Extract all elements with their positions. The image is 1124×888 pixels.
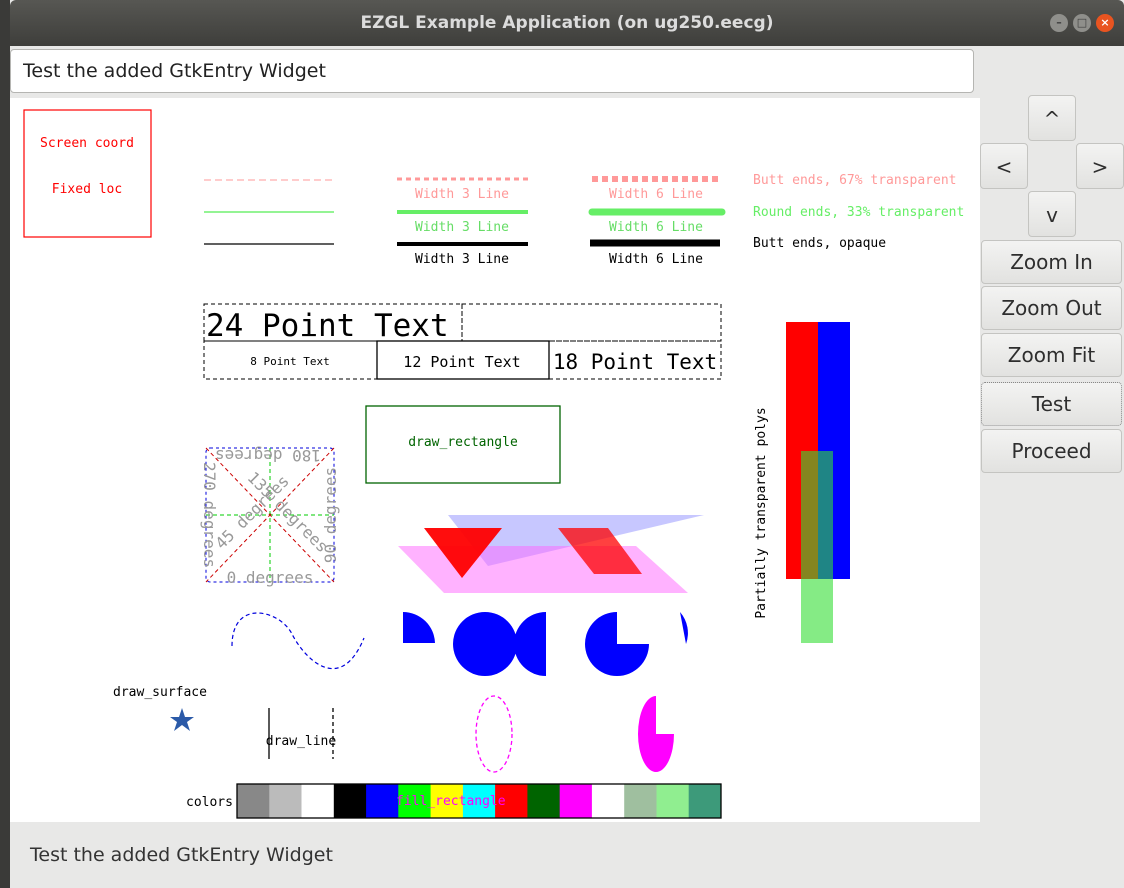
filled-elliptic-arc (638, 696, 674, 772)
chevron-up-icon: ^ (1043, 107, 1061, 131)
rotated-text-demo: 0 degrees 180 degrees 90 degrees 270 deg… (200, 446, 340, 587)
fill-rectangle-label: fill_rectangle (396, 794, 506, 809)
pan-up-button[interactable]: ^ (1028, 95, 1076, 141)
drawing-canvas[interactable]: Screen coord Fixed loc Width 3 Line Widt… (10, 98, 980, 822)
round-ends-33-label: Round ends, 33% transparent (753, 205, 964, 220)
color-swatch (591, 784, 625, 818)
close-icon[interactable]: × (1096, 14, 1114, 32)
screen-coord-box (23, 109, 152, 238)
partial-polys-label: Partially transparent polys (754, 407, 769, 618)
rot-270-label: 270 degrees (200, 462, 219, 568)
pan-down-button[interactable]: v (1028, 191, 1076, 237)
draw-surface-label: draw_surface (113, 685, 207, 700)
width3-label-c: Width 3 Line (415, 252, 509, 267)
zoom-out-button[interactable]: Zoom Out (981, 286, 1122, 330)
width6-label-a: Width 6 Line (609, 187, 703, 202)
title-bar[interactable]: EZGL Example Application (on ug250.eecg)… (10, 0, 1124, 46)
transparent-polygons (398, 515, 704, 593)
color-swatch (366, 784, 399, 818)
blue-arc-shapes (403, 612, 688, 676)
color-swatch (624, 784, 657, 818)
canvas-graphics: Screen coord Fixed loc Width 3 Line Widt… (23, 109, 964, 819)
status-bar: Test the added GtkEntry Widget (10, 822, 980, 888)
proceed-button[interactable]: Proceed (981, 429, 1122, 473)
text-12-point: 12 Point Text (403, 353, 520, 371)
maximize-icon[interactable]: □ (1073, 14, 1091, 32)
pan-left-button[interactable]: < (980, 143, 1028, 189)
color-swatch (301, 784, 335, 818)
window-title: EZGL Example Application (on ug250.eecg) (360, 13, 774, 33)
width3-label-a: Width 3 Line (415, 187, 509, 202)
partial-transparent-rects (786, 322, 850, 643)
draw-rectangle-label: draw_rectangle (408, 435, 518, 450)
text24-box-right (461, 303, 722, 342)
text-24-point: 24 Point Text (206, 308, 449, 344)
width6-label-c: Width 6 Line (609, 252, 703, 267)
text-18-point: 18 Point Text (553, 350, 717, 374)
dashed-curve (231, 612, 365, 670)
color-swatch (656, 784, 690, 818)
draw-line-label: draw_line (266, 734, 337, 749)
color-swatch (559, 784, 593, 818)
color-swatch (333, 784, 367, 818)
fixed-loc-label: Fixed loc (52, 182, 122, 197)
width3-label-b: Width 3 Line (415, 220, 509, 235)
butt-ends-67-label: Butt ends, 67% transparent (753, 173, 957, 188)
dashed-ellipse (475, 695, 513, 773)
minimize-icon[interactable]: – (1050, 14, 1068, 32)
chevron-down-icon: v (1046, 203, 1058, 227)
color-swatch (237, 784, 270, 818)
rot-0-label: 0 degrees (227, 568, 314, 587)
test-button[interactable]: Test (981, 382, 1122, 426)
text-entry[interactable] (10, 49, 974, 93)
color-swatch (688, 784, 722, 818)
chevron-left-icon: < (995, 155, 1013, 179)
rot-180-label: 180 degrees (215, 446, 321, 465)
star-icon (170, 708, 194, 731)
colors-label: colors (186, 795, 233, 810)
status-text: Test the added GtkEntry Widget (30, 844, 333, 866)
text-8-point: 8 Point Text (250, 355, 329, 368)
width6-label-b: Width 6 Line (609, 220, 703, 235)
color-swatch (269, 784, 303, 818)
chevron-right-icon: > (1091, 155, 1109, 179)
sidebar: ^ < > v Zoom In Zoom Out Zoom Fit Test P… (980, 46, 1124, 888)
screen-coord-label: Screen coord (40, 136, 134, 151)
pan-right-button[interactable]: > (1076, 143, 1124, 189)
butt-ends-opaque-label: Butt ends, opaque (753, 236, 886, 251)
zoom-in-button[interactable]: Zoom In (981, 240, 1122, 284)
app-window: EZGL Example Application (on ug250.eecg)… (10, 0, 1124, 888)
zoom-fit-button[interactable]: Zoom Fit (981, 333, 1122, 377)
color-swatch (527, 784, 561, 818)
